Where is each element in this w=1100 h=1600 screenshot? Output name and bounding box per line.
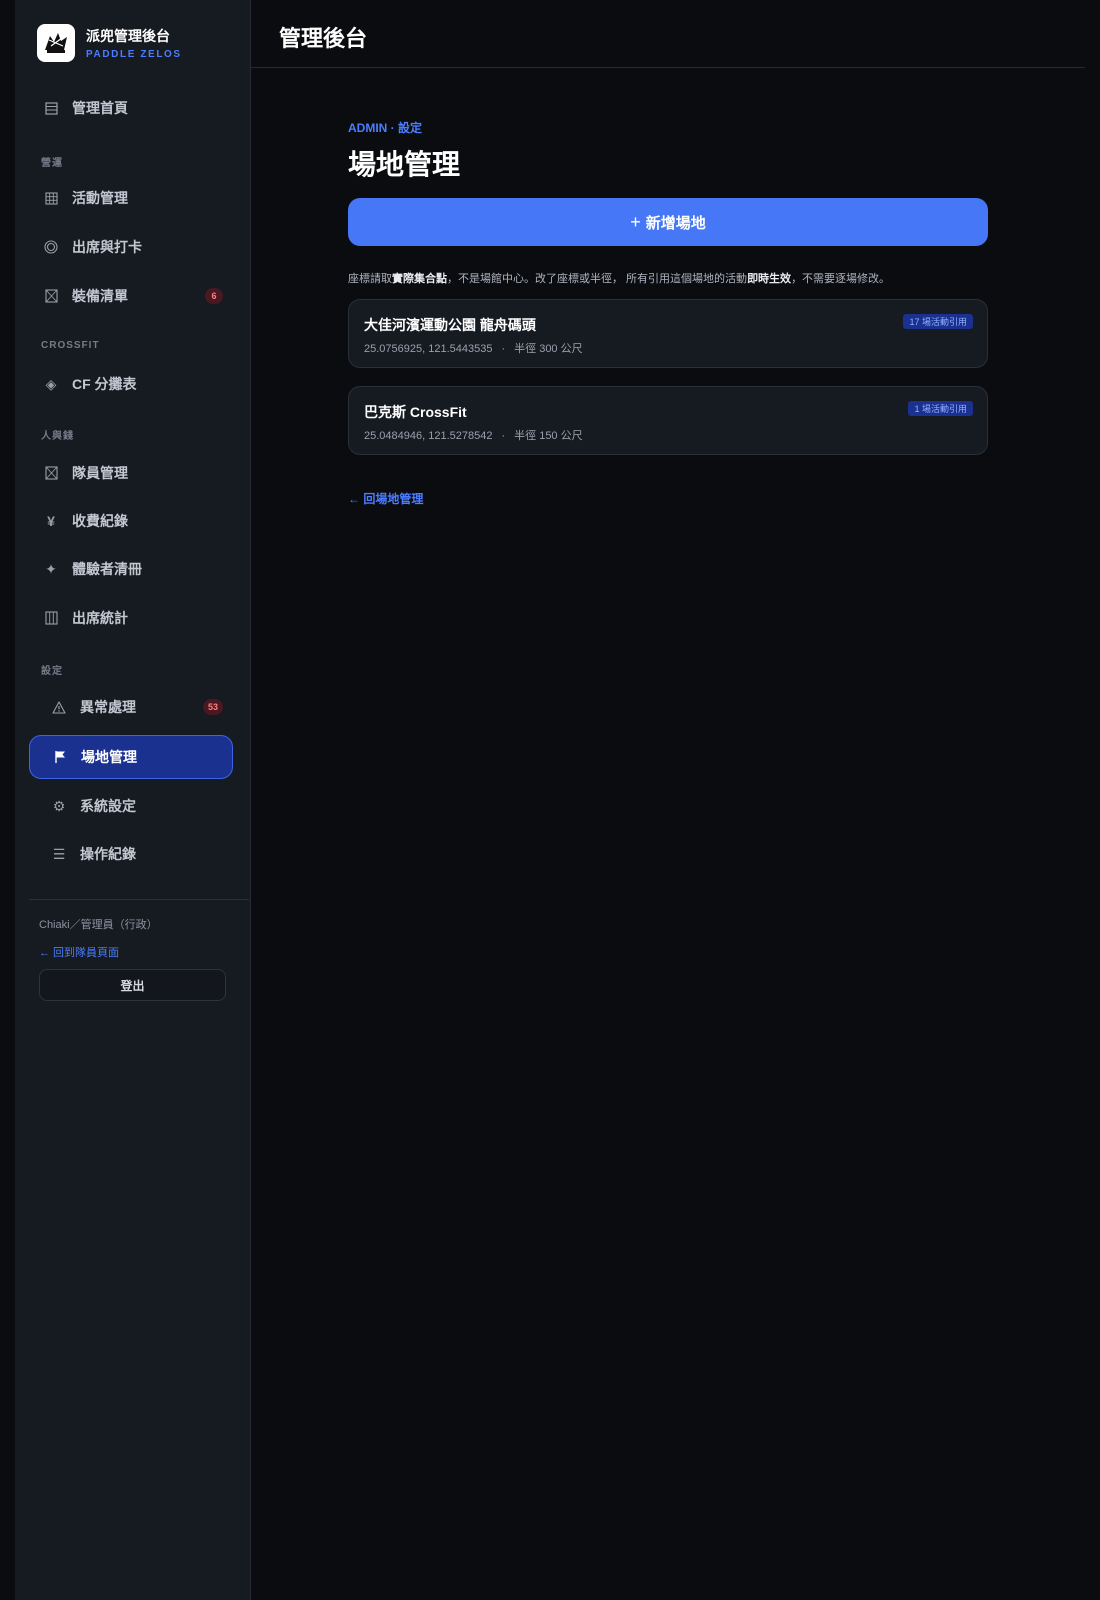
hint-emphasis: 實際集合點 [392, 273, 447, 285]
venue-usage-badge: 17 場活動引用 [903, 314, 973, 329]
hint-text: ，不需要逐場修改。 [791, 273, 891, 285]
sidebar-item-label: CF 分攤表 [72, 376, 137, 392]
venue-coordinates: 25.0484946, 121.5278542 [364, 430, 493, 442]
section-label-crossfit: CROSSFIT [41, 340, 100, 351]
grid-icon [42, 191, 60, 205]
sidebar-item-logs[interactable]: ☰ 操作紀錄 [29, 832, 233, 876]
sidebar-item-system[interactable]: ⚙ 系統設定 [29, 784, 233, 828]
menu-icon: ☰ [52, 845, 66, 862]
hint-text: 座標請取 [348, 273, 392, 285]
target-icon [42, 240, 60, 254]
sidebar-divider [29, 899, 249, 900]
hint-text: ，不是場館中心。改了座標或半徑， 所有引用這個場地的活動 [447, 273, 748, 285]
diamond-icon: ◈ [45, 375, 57, 392]
current-user: Chiaki／管理員（行政） [39, 919, 158, 931]
brand[interactable]: 派兜管理後台 PADDLE ZELOS [37, 24, 182, 62]
flag-icon [51, 750, 69, 764]
sidebar-item-stats[interactable]: 出席統計 [29, 596, 233, 640]
sidebar-item-label: 收費紀錄 [72, 513, 128, 529]
venue-card[interactable]: 巴克斯 CrossFit 25.0484946, 121.5278542 · 半徑 … [348, 386, 988, 455]
logout-button[interactable]: 登出 [39, 969, 226, 1001]
equipment-count-badge: 6 [205, 288, 223, 304]
warning-icon [50, 700, 68, 714]
header-title: 管理後台 [279, 26, 368, 51]
sidebar-item-label: 異常處理 [80, 699, 136, 715]
brand-name: 派兜管理後台 [86, 27, 170, 44]
list-icon [42, 101, 60, 115]
venue-usage-badge: 1 場活動引用 [908, 401, 973, 416]
yen-icon: ¥ [47, 513, 55, 529]
section-label-people-money: 人與錢 [41, 431, 74, 442]
sidebar: 派兜管理後台 PADDLE ZELOS 管理首頁 營運 活動管理 出席與打卡 裝… [15, 0, 251, 1600]
venue-meta: 25.0484946, 121.5278542 · 半徑 150 公尺 [364, 430, 583, 442]
sidebar-item-fees[interactable]: ¥ 收費紀錄 [29, 499, 233, 543]
sidebar-item-label: 出席統計 [72, 610, 128, 626]
venue-name: 大佳河濱運動公園 龍舟碼頭 [364, 317, 536, 333]
sidebar-item-label: 系統設定 [80, 798, 136, 814]
back-to-member-link[interactable]: ← 回到隊員頁面 [39, 944, 119, 960]
sidebar-item-attendance[interactable]: 出席與打卡 [29, 225, 233, 269]
sidebar-item-label: 場地管理 [81, 749, 137, 765]
venue-name: 巴克斯 CrossFit [364, 404, 467, 420]
sidebar-item-label: 操作紀錄 [80, 846, 136, 862]
sidebar-item-cf-split[interactable]: ◈ CF 分攤表 [29, 362, 233, 406]
venue-radius: 半徑 150 公尺 [514, 430, 583, 442]
sidebar-item-label: 出席與打卡 [72, 239, 142, 255]
add-venue-button[interactable]: + 新增場地 [348, 198, 988, 246]
add-venue-label: 新增場地 [645, 214, 706, 232]
hourglass-icon [42, 466, 60, 480]
sidebar-item-label: 體驗者清冊 [72, 561, 142, 577]
brand-logo [37, 24, 75, 62]
sparkle-icon: ✦ [45, 560, 57, 577]
section-label-operations: 營運 [41, 158, 63, 169]
venue-card[interactable]: 大佳河濱運動公園 龍舟碼頭 25.0756925, 121.5443535 · 半徑… [348, 299, 988, 368]
venue-radius: 半徑 300 公尺 [514, 343, 583, 355]
sidebar-item-label: 裝備清單 [72, 288, 128, 304]
sidebar-item-equipment[interactable]: 裝備清單 6 [29, 274, 233, 318]
back-to-venues-link[interactable]: ← 回場地管理 [348, 490, 423, 507]
sidebar-item-home[interactable]: 管理首頁 [29, 86, 233, 130]
exceptions-count-badge: 53 [202, 699, 223, 715]
venue-meta: 25.0756925, 121.5443535 · 半徑 300 公尺 [364, 343, 583, 355]
gear-icon: ⚙ [52, 797, 66, 814]
sidebar-item-label: 活動管理 [72, 190, 128, 206]
sidebar-item-trial[interactable]: ✦ 體驗者清冊 [29, 547, 233, 591]
hourglass-icon [42, 289, 60, 303]
brand-subtitle: PADDLE ZELOS [86, 48, 182, 60]
sidebar-item-exceptions[interactable]: 異常處理 53 [29, 685, 233, 729]
hint-emphasis: 即時生效 [747, 273, 792, 285]
sidebar-item-venues[interactable]: 場地管理 [29, 735, 233, 779]
sidebar-item-members[interactable]: 隊員管理 [29, 451, 233, 495]
breadcrumb: ADMIN · 設定 [348, 121, 422, 135]
section-label-settings: 設定 [41, 666, 63, 677]
sidebar-item-label: 隊員管理 [72, 465, 128, 481]
plus-icon: + [630, 211, 641, 232]
page-title: 場地管理 [348, 149, 461, 180]
sidebar-item-activities[interactable]: 活動管理 [29, 176, 233, 220]
columns-icon [42, 611, 60, 625]
venue-coordinates: 25.0756925, 121.5443535 [364, 343, 493, 355]
sidebar-item-label: 管理首頁 [72, 100, 128, 116]
top-bar: 管理後台 [251, 0, 1085, 68]
coordinate-hint: 座標請取實際集合點，不是場館中心。改了座標或半徑， 所有引用這個場地的活動即時生… [348, 270, 890, 286]
